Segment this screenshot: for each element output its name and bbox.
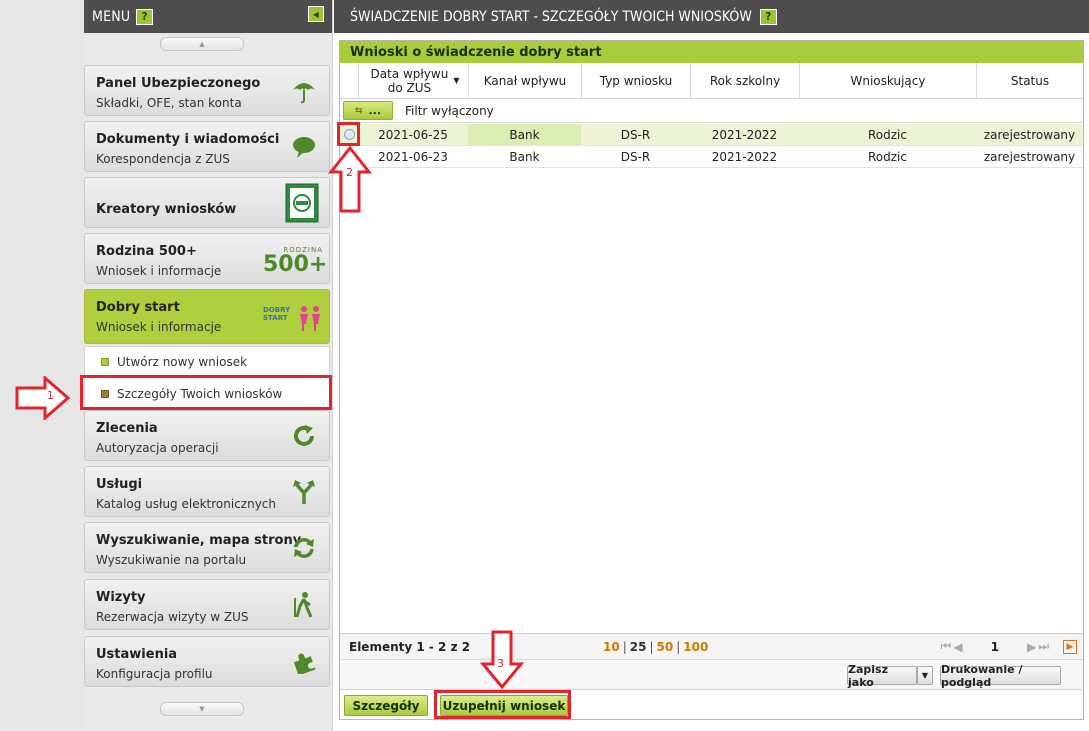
sidebar-item-uslugi[interactable]: Usługi Katalog usług elektronicznych [84, 466, 330, 517]
puzzle-icon [289, 647, 319, 677]
column-header-channel[interactable]: Kanał wpływu [468, 63, 581, 99]
prev-page-icon[interactable]: ◀ [953, 640, 962, 654]
umbrella-icon [289, 76, 319, 106]
page-size-selector: 10 | 25 | 50 | 100 [603, 639, 709, 654]
sort-desc-icon: ▼ [453, 76, 460, 85]
grid-header: Data wpływu do ZUS ▼ Kanał wpływu Typ wn… [340, 63, 1083, 99]
save-as-dropdown-icon[interactable]: ▼ [917, 666, 933, 685]
document-form-icon [285, 183, 319, 223]
sidebar-item-rodzina-500[interactable]: Rodzina 500+ Wniosek i informacje RODZIN… [84, 233, 330, 284]
pager: Elementy 1 - 2 z 2 10 | 25 | 50 | 100 ⏮ ◀ 1 ▶ … [340, 633, 1083, 659]
bullet-icon [101, 358, 109, 366]
next-page-icon[interactable]: ▶ [1027, 640, 1036, 654]
save-as-button[interactable]: Zapisz jako [847, 663, 917, 689]
bullet-icon [101, 390, 109, 398]
page-size-100[interactable]: 100 [683, 640, 708, 654]
page-size-10[interactable]: 10 [603, 640, 620, 654]
page-size-25[interactable]: 25 [630, 640, 647, 654]
sidebar-item-wyszukiwanie[interactable]: Wyszukiwanie, mapa strony Wyszukiwanie n… [84, 522, 330, 573]
dobry-start-submenu: Utwórz nowy wniosek Szczegóły Twoich wni… [84, 346, 330, 408]
sidebar-menu: MENU ? ◀ ▲ Panel Ubezpieczonego Składki,… [84, 0, 333, 731]
page-title: ŚWIADCZENIE DOBRY START - SZCZEGÓŁY TWOI… [350, 8, 752, 25]
column-header-type[interactable]: Typ wniosku [581, 63, 690, 99]
sync-icon [289, 533, 319, 563]
sidebar-item-kreatory[interactable]: Kreatory wniosków [84, 177, 330, 228]
current-page: 1 [990, 639, 999, 654]
sidebar-item-dokumenty[interactable]: Dokumenty i wiadomości Korespondencja z … [84, 121, 330, 172]
refresh-icon [289, 421, 319, 451]
menu-header: MENU ? ◀ [84, 0, 332, 33]
export-icon[interactable]: ▶ [1063, 639, 1077, 654]
rodzina-500-logo: RODZINA 500+ [263, 246, 328, 277]
annotation-label-2: 2 [346, 166, 353, 179]
sidebar-item-panel-ubezpieczonego[interactable]: Panel Ubezpieczonego Składki, OFE, stan … [84, 65, 330, 116]
left-gutter [0, 0, 84, 731]
export-toolbar: Zapisz jako ▼ Drukowanie / podgląd [340, 659, 1083, 689]
annotation-label-3: 3 [497, 657, 504, 670]
walking-person-icon [289, 590, 319, 620]
column-header-school-year[interactable]: Rok szkolny [690, 63, 799, 99]
dobry-start-logo: DOBRY START [263, 304, 323, 332]
scroll-up-button[interactable]: ▲ [160, 37, 244, 51]
sidebar-item-wizyty[interactable]: Wizyty Rezerwacja wizyty w ZUS [84, 579, 330, 630]
panel-title: Wnioski o świadczenie dobry start [340, 41, 1083, 63]
pager-navigation: ⏮ ◀ 1 ▶ ⏭ ▶ [941, 639, 1083, 654]
main-content: ŚWIADCZENIE DOBRY START - SZCZEGÓŁY TWOI… [334, 0, 1089, 731]
column-header-applicant[interactable]: Wnioskujący [799, 63, 976, 99]
filter-bar: ⇆ ... Filtr wyłączony [340, 99, 1083, 123]
collapse-menu-icon[interactable]: ◀ [308, 6, 324, 22]
annotation-arrow-1 [15, 376, 71, 420]
row-select-icon[interactable] [344, 129, 355, 140]
applications-panel: Wnioski o świadczenie dobry start Data w… [339, 40, 1084, 720]
fork-arrows-icon [289, 477, 319, 507]
annotation-label-1: 1 [47, 389, 54, 402]
pager-element-count: Elementy 1 - 2 z 2 [349, 639, 471, 654]
print-preview-button[interactable]: Drukowanie / podgląd [940, 663, 1061, 689]
last-page-icon[interactable]: ⏭ [1038, 639, 1049, 654]
submenu-item-new-application[interactable]: Utwórz nowy wniosek [101, 355, 247, 369]
main-header: ŚWIADCZENIE DOBRY START - SZCZEGÓŁY TWOI… [334, 0, 1089, 33]
table-row[interactable]: 2021-06-23 Bank DS-R 2021-2022 Rodzic za… [340, 146, 1083, 168]
sidebar-item-zlecenia[interactable]: Zlecenia Autoryzacja operacji [84, 410, 330, 461]
page-size-50[interactable]: 50 [657, 640, 674, 654]
column-header-status[interactable]: Status [976, 63, 1083, 99]
help-icon[interactable]: ? [136, 8, 154, 25]
speech-bubble-icon [289, 132, 319, 162]
action-bar: Szczegóły Uzupełnij wniosek [340, 689, 1083, 719]
column-header-date[interactable]: Data wpływu do ZUS ▼ [358, 63, 468, 99]
details-button[interactable]: Szczegóły [344, 695, 428, 716]
complete-application-button[interactable]: Uzupełnij wniosek [440, 695, 568, 716]
sidebar-item-ustawienia[interactable]: Ustawienia Konfiguracja profilu [84, 636, 330, 687]
scroll-down-button[interactable]: ▼ [160, 702, 244, 716]
submenu-item-application-details[interactable]: Szczegóły Twoich wniosków [101, 387, 282, 401]
first-page-icon[interactable]: ⏮ [941, 639, 952, 654]
filter-button[interactable]: ⇆ ... [343, 101, 393, 120]
help-icon[interactable]: ? [759, 8, 777, 25]
menu-title: MENU [92, 8, 131, 25]
table-row[interactable]: 2021-06-25 Bank DS-R 2021-2022 Rodzic za… [340, 124, 1083, 146]
filter-icon: ⇆ [354, 105, 363, 116]
sidebar-item-dobry-start[interactable]: Dobry start Wniosek i informacje DOBRY S… [84, 289, 330, 344]
filter-status: Filtr wyłączony [405, 103, 494, 118]
annotation-arrow-2 [328, 146, 372, 213]
